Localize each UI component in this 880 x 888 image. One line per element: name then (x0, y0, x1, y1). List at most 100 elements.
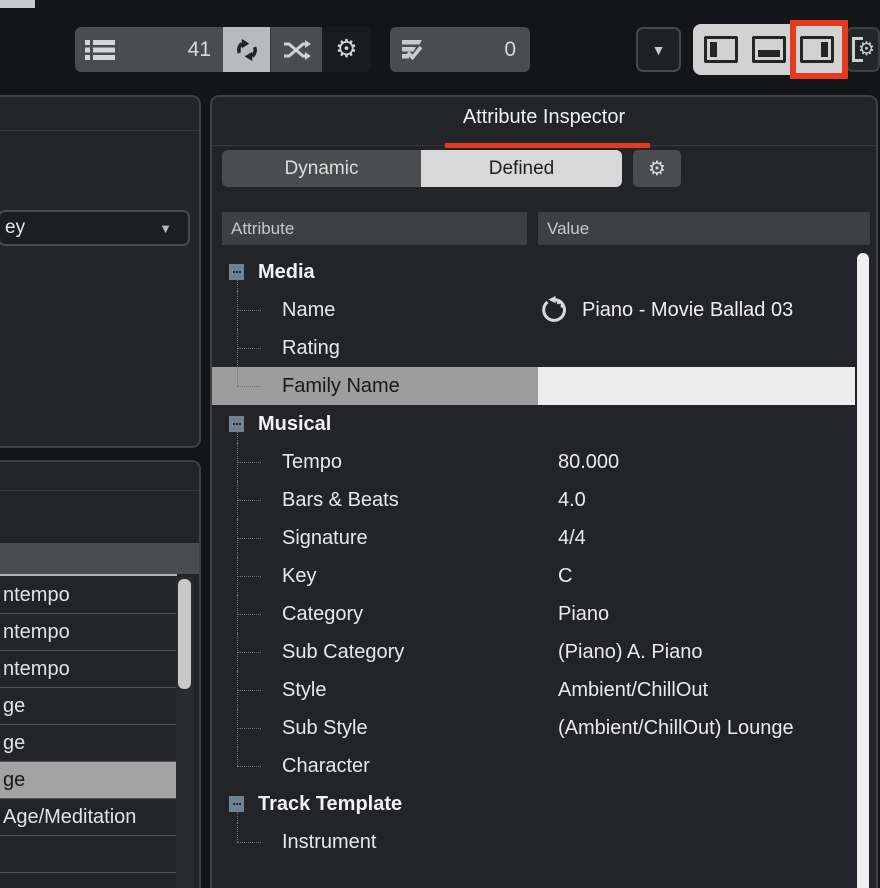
group-label: Media (258, 253, 315, 291)
list-item[interactable]: ge (0, 762, 177, 799)
tree-line (237, 823, 238, 842)
filter-attribute-dropdown[interactable]: ey ▼ (0, 210, 190, 246)
sync-icon (233, 36, 261, 64)
attribute-value-cell[interactable] (538, 823, 876, 861)
list-item (0, 836, 177, 873)
attribute-value: (Piano) A. Piano (538, 633, 703, 671)
panel-divider (0, 130, 199, 131)
highlight-box (790, 20, 848, 79)
inspector-tabs: Dynamic Defined (222, 150, 622, 187)
attribute-row[interactable]: Sub Category(Piano) A. Piano (212, 633, 876, 671)
attribute-value-cell[interactable] (538, 367, 876, 405)
attribute-value: Ambient/ChillOut (538, 671, 708, 709)
attribute-label: Style (282, 671, 326, 709)
attribute-label: Family Name (282, 367, 400, 405)
attribute-label: Key (282, 557, 316, 595)
group-label: Track Template (258, 785, 402, 823)
attribute-value: 4.0 (538, 481, 586, 519)
attribute-row[interactable]: Style Ambient/ChillOut (212, 671, 876, 709)
sync-button[interactable] (223, 27, 270, 72)
list-item[interactable]: ntempo (0, 651, 177, 688)
attribute-value: C (538, 557, 572, 595)
attribute-value-cell[interactable]: (Piano) A. Piano (538, 633, 876, 671)
media-type-icon-wrap (540, 295, 570, 325)
checked-items-display[interactable]: 0 (390, 27, 530, 72)
attribute-group-row[interactable]: Track Template (212, 785, 876, 823)
attribute-group-row[interactable]: Musical (212, 405, 876, 443)
attribute-value-cell[interactable]: Piano (538, 595, 876, 633)
list-item[interactable]: ntempo (0, 614, 177, 651)
tree-line (237, 812, 238, 823)
bottom-zone-toggle-button[interactable] (752, 36, 786, 63)
attribute-label: Sub Style (282, 709, 368, 747)
attribute-row[interactable]: Bars & Beats 4.0 (212, 481, 876, 519)
attribute-settings-button[interactable]: ⚙ (633, 150, 681, 187)
list-item[interactable]: ntempo (0, 577, 177, 614)
tree-line (237, 728, 261, 729)
collapse-icon[interactable] (229, 264, 244, 280)
filter-panel: ey ▼ (0, 95, 201, 448)
collapse-icon[interactable] (229, 796, 244, 812)
tab-defined[interactable]: Defined (421, 150, 622, 187)
tree-line (237, 348, 261, 349)
tree-line (237, 280, 238, 291)
attribute-value-cell[interactable]: 4.0 (538, 481, 876, 519)
attribute-inspector-panel: Attribute Inspector Dynamic Defined ⚙ At… (210, 95, 878, 888)
attribute-value: 80.000 (538, 443, 619, 481)
attribute-value-cell[interactable]: 80.000 (538, 443, 876, 481)
tree-line (237, 842, 261, 843)
list-icon (85, 38, 115, 62)
attribute-row[interactable]: NamePiano - Movie Ballad 03 (212, 291, 876, 329)
tree-line (237, 576, 261, 577)
attribute-row[interactable]: Rating (212, 329, 876, 367)
shuffle-icon (283, 39, 311, 61)
attribute-value: 4/4 (538, 519, 586, 557)
attribute-row[interactable]: Instrument (212, 823, 876, 861)
attribute-table: MediaNamePiano - Movie Ballad 03RatingFa… (212, 253, 876, 861)
list-item[interactable]: ge (0, 725, 177, 762)
attribute-row[interactable]: Key C (212, 557, 876, 595)
group-label: Musical (258, 405, 331, 443)
attribute-row[interactable]: Family Name (212, 367, 876, 405)
left-zone-icon (710, 42, 717, 57)
filter-value-list: ntempontempontempogegegeAge/Meditation (0, 577, 177, 888)
attribute-row[interactable]: Tempo80.000 (212, 443, 876, 481)
toolbar-dropdown-button[interactable]: ▼ (636, 27, 681, 72)
attribute-value-cell[interactable] (538, 747, 876, 785)
column-header-value[interactable]: Value (538, 212, 870, 245)
attribute-value: (Ambient/ChillOut) Lounge (538, 709, 794, 747)
attribute-row[interactable]: Sub Style (Ambient/ChillOut) Lounge (212, 709, 876, 747)
loop-icon (540, 295, 570, 325)
media-settings-button[interactable]: ⚙ (322, 27, 371, 72)
attribute-label: Bars & Beats (282, 481, 399, 519)
attribute-row[interactable]: CategoryPiano (212, 595, 876, 633)
panel-divider (0, 490, 199, 491)
column-header-attribute[interactable]: Attribute (222, 212, 527, 245)
attribute-row[interactable]: Signature4/4 (212, 519, 876, 557)
shuffle-button[interactable] (270, 27, 322, 72)
filter-column-header[interactable] (0, 543, 199, 574)
title-underline-annotation (445, 143, 650, 148)
attribute-value-cell[interactable] (538, 329, 876, 367)
attribute-value-cell[interactable]: 4/4 (538, 519, 876, 557)
inspector-scrollbar-thumb[interactable] (857, 253, 869, 888)
window-layout-button[interactable]: ⚙ (846, 27, 880, 72)
collapse-icon[interactable] (229, 416, 244, 432)
attribute-group-row[interactable]: Media (212, 253, 876, 291)
attribute-value-cell[interactable]: Piano - Movie Ballad 03 (538, 291, 876, 329)
list-divider (0, 574, 177, 576)
left-zone-toggle-button[interactable] (704, 36, 738, 63)
list-item[interactable]: ge (0, 688, 177, 725)
attribute-value-cell[interactable]: (Ambient/ChillOut) Lounge (538, 709, 876, 747)
list-item[interactable]: Age/Meditation (0, 799, 177, 836)
checked-items-count: 0 (504, 38, 516, 62)
media-items-count-display[interactable]: 41 (75, 27, 223, 72)
attribute-row[interactable]: Character (212, 747, 876, 785)
attribute-value-cell[interactable]: C (538, 557, 876, 595)
list-scrollbar-thumb[interactable] (178, 579, 191, 689)
gear-icon: ⚙ (648, 159, 666, 179)
attribute-value-cell[interactable]: Ambient/ChillOut (538, 671, 876, 709)
media-items-count: 41 (188, 38, 211, 62)
tab-dynamic[interactable]: Dynamic (222, 150, 421, 187)
attribute-value: Piano - Movie Ballad 03 (582, 291, 793, 329)
